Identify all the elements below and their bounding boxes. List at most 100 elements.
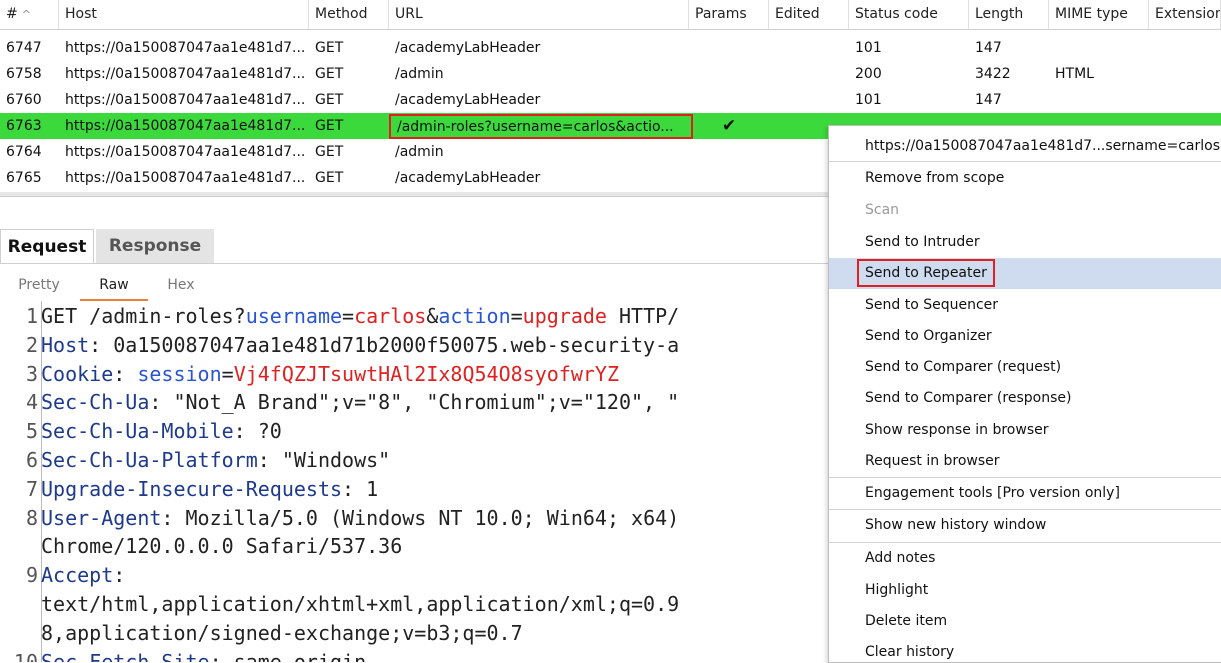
column-header-label: Length — [975, 6, 1024, 22]
cell-url: /academyLabHeader — [395, 92, 541, 108]
editor-line: 8 User-Agent: Mozilla/5.0 (Windows NT 10.… — [0, 504, 679, 533]
request-text: = — [221, 361, 234, 386]
tab-response[interactable]: Response — [96, 229, 214, 263]
menu-item-send-to-repeater[interactable]: Send to Repeater — [829, 258, 1221, 289]
column-header-params[interactable]: Params — [689, 0, 769, 29]
menu-item-engagement-tools-pro-version-only[interactable]: Engagement tools [Pro version only] — [829, 478, 1221, 509]
column-header-url[interactable]: URL — [389, 0, 689, 29]
header-name: Sec-Ch-Ua-Platform — [41, 448, 258, 472]
column-header-status[interactable]: Status code — [849, 0, 969, 29]
menu-item-label: Request in browser — [865, 453, 1000, 469]
menu-item-send-to-comparer-response[interactable]: Send to Comparer (response) — [829, 383, 1221, 414]
menu-item-remove-from-scope[interactable]: Remove from scope — [829, 163, 1221, 194]
header-name: Upgrade-Insecure-Requests — [41, 476, 343, 501]
cell-params — [689, 61, 769, 87]
menu-item-label: Scan — [865, 202, 900, 218]
cell-params — [689, 35, 769, 61]
table-row[interactable]: 6758 https://0a150087047aa1e481d7... GET/a… — [0, 61, 1221, 87]
request-text: = — [510, 304, 523, 328]
request-text: text/html,application/xhtml+xml,applicat… — [41, 592, 680, 616]
table-row[interactable]: 6747 https://0a150087047aa1e481d7... GET/a… — [0, 35, 1221, 61]
cell-url: /admin — [395, 144, 444, 160]
cell-num: 6758 — [6, 66, 42, 82]
menu-item-highlight[interactable]: Highlight — [829, 575, 1221, 606]
cell-url: /academyLabHeader — [395, 40, 541, 56]
cell-edited — [769, 61, 849, 87]
menu-item-send-to-comparer-request[interactable]: Send to Comparer (request) — [829, 352, 1221, 383]
column-header-label: Edited — [775, 6, 820, 22]
editor-line: 7 Upgrade-Insecure-Requests: 1 — [0, 475, 378, 504]
editor-line: 10 Sec-Fetch-Site: same-origin — [0, 648, 366, 662]
cell-host: https://0a150087047aa1e481d7... — [65, 92, 306, 108]
cell-params — [689, 87, 769, 113]
line-number: 6 — [25, 448, 38, 472]
menu-item-delete-item[interactable]: Delete item — [829, 606, 1221, 637]
cell-params — [689, 165, 769, 191]
cell-url: /academyLabHeader — [395, 170, 541, 186]
request-text: : 0a150087047aa1e481d71b2000f50075.web-s… — [89, 332, 680, 357]
editor-line: 9 Accept: — [0, 561, 125, 590]
editor-line: Chrome/120.0.0.0 Safari/537.36 — [0, 532, 402, 561]
column-header-edited[interactable]: Edited — [769, 0, 849, 29]
subtab-pretty[interactable]: Pretty — [8, 271, 70, 299]
column-header-method[interactable]: Method — [309, 0, 389, 29]
menu-item-send-to-organizer[interactable]: Send to Organizer — [829, 321, 1221, 352]
table-row[interactable]: 6760 https://0a150087047aa1e481d7... GET/a… — [0, 87, 1221, 113]
cell-status: 200 — [855, 66, 882, 82]
column-header-length[interactable]: Length — [969, 0, 1049, 29]
menu-item-label: Highlight — [865, 582, 929, 598]
request-editor[interactable]: 1 GET /admin-roles?username=carlos&action… — [0, 301, 830, 662]
tab-request[interactable]: Request — [0, 229, 94, 263]
cell-ext — [1149, 61, 1221, 87]
menu-item-label: Send to Sequencer — [865, 297, 999, 313]
cell-length: 147 — [975, 92, 1002, 108]
cell-length: 147 — [975, 40, 1002, 56]
cell-num: 6764 — [6, 144, 42, 160]
request-text: : "Not_A Brand";v="8", "Chromium";v="120… — [149, 390, 680, 415]
line-number: 9 — [25, 563, 38, 588]
column-header-label: URL — [395, 6, 423, 22]
menu-item-show-response-in-browser[interactable]: Show response in browser — [829, 415, 1221, 446]
subtab-hex[interactable]: Hex — [156, 271, 206, 299]
menu-item-clear-history[interactable]: Clear history — [829, 637, 1221, 662]
menu-item-label: Remove from scope — [865, 170, 1005, 186]
menu-item-send-to-sequencer[interactable]: Send to Sequencer — [829, 290, 1221, 321]
menu-item-send-to-intruder[interactable]: Send to Intruder — [829, 227, 1221, 258]
cell-ext — [1149, 35, 1221, 61]
header-name: Accept — [41, 563, 114, 588]
tabs-divider — [0, 263, 830, 264]
column-header-host[interactable]: Host — [59, 0, 309, 29]
editor-line: text/html,application/xhtml+xml,applicat… — [0, 590, 679, 619]
cell-edited — [769, 87, 849, 113]
column-header-label: Extension — [1155, 6, 1221, 22]
menu-item-label: Clear history — [865, 644, 955, 660]
param-value: Vj4fQZJTsuwtHAl2Ix8Q54O8syofwrYZ — [233, 361, 619, 386]
line-number: 7 — [25, 476, 38, 501]
header-name: User-Agent — [41, 505, 162, 530]
header-name: Sec-Fetch-Site — [41, 649, 210, 662]
cell-num: 6765 — [6, 170, 42, 186]
column-header-ext[interactable]: Extension — [1149, 0, 1221, 29]
cell-method: GET — [315, 170, 344, 186]
request-text: : — [113, 563, 126, 588]
menu-item-label: Delete item — [865, 613, 948, 629]
partial-row-above — [0, 26, 1221, 30]
cell-edited — [769, 35, 849, 61]
subtab-raw[interactable]: Raw — [80, 271, 148, 301]
menu-item-add-notes[interactable]: Add notes — [829, 543, 1221, 574]
menu-item-url[interactable]: https://0a150087047aa1e481d7...sername=c… — [829, 131, 1221, 162]
request-text: : "Windows" — [257, 448, 391, 472]
menu-item-show-new-history-window[interactable]: Show new history window — [829, 510, 1221, 541]
column-header-mime[interactable]: MIME type — [1049, 0, 1149, 29]
editor-line: 8,application/signed-exchange;v=b3;q=0.7 — [0, 619, 523, 648]
menu-item-label: Add notes — [865, 550, 936, 566]
column-header-num[interactable]: # ^ — [0, 0, 59, 29]
cell-url: /admin-roles?username=carlos&actio... — [389, 114, 693, 139]
column-header-label: Method — [315, 6, 368, 22]
cell-method: GET — [315, 118, 344, 134]
cell-method: GET — [315, 144, 344, 160]
sort-ascending-icon: ^ — [21, 8, 31, 21]
menu-item-request-in-browser[interactable]: Request in browser — [829, 446, 1221, 477]
editor-line: 1 GET /admin-roles?username=carlos&action… — [0, 302, 679, 331]
menu-item-label: https://0a150087047aa1e481d7...sername=c… — [865, 138, 1221, 154]
